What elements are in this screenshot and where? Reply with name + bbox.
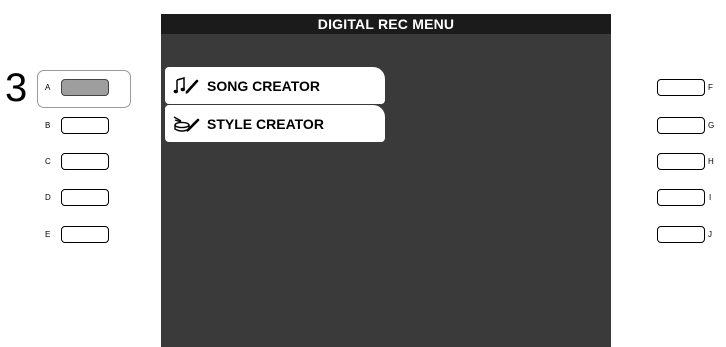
- style-creator-label: STYLE CREATOR: [207, 115, 324, 132]
- lcd-screen: DIGITAL REC MENU SONG CREATOR STYLE CREA…: [161, 14, 611, 347]
- panel-button-d[interactable]: [61, 189, 109, 206]
- song-note-pencil-icon: [173, 76, 201, 96]
- song-creator-tab[interactable]: SONG CREATOR: [165, 67, 385, 104]
- style-drum-pencil-icon: [173, 114, 201, 134]
- button-e-letter: E: [45, 230, 51, 239]
- step-number: 3: [5, 66, 28, 110]
- panel-button-i[interactable]: [657, 189, 705, 206]
- panel-button-f[interactable]: [657, 79, 705, 96]
- panel-button-a[interactable]: [61, 79, 109, 96]
- panel-button-e[interactable]: [61, 226, 109, 243]
- button-d-letter: D: [45, 193, 51, 202]
- button-j-letter: J: [708, 230, 712, 239]
- button-g-letter: G: [708, 121, 715, 130]
- panel-button-j[interactable]: [657, 226, 705, 243]
- button-i-letter: I: [709, 193, 712, 202]
- button-a-letter: A: [45, 83, 51, 92]
- button-h-letter: H: [708, 157, 714, 166]
- button-c-letter: C: [45, 157, 51, 166]
- song-creator-label: SONG CREATOR: [207, 77, 321, 94]
- panel-button-b[interactable]: [61, 117, 109, 134]
- panel-button-h[interactable]: [657, 153, 705, 170]
- button-f-letter: F: [708, 83, 713, 92]
- screen-title: DIGITAL REC MENU: [161, 14, 611, 34]
- button-b-letter: B: [45, 121, 51, 130]
- panel-button-c[interactable]: [61, 153, 109, 170]
- style-creator-tab[interactable]: STYLE CREATOR: [165, 105, 385, 142]
- panel-button-g[interactable]: [657, 117, 705, 134]
